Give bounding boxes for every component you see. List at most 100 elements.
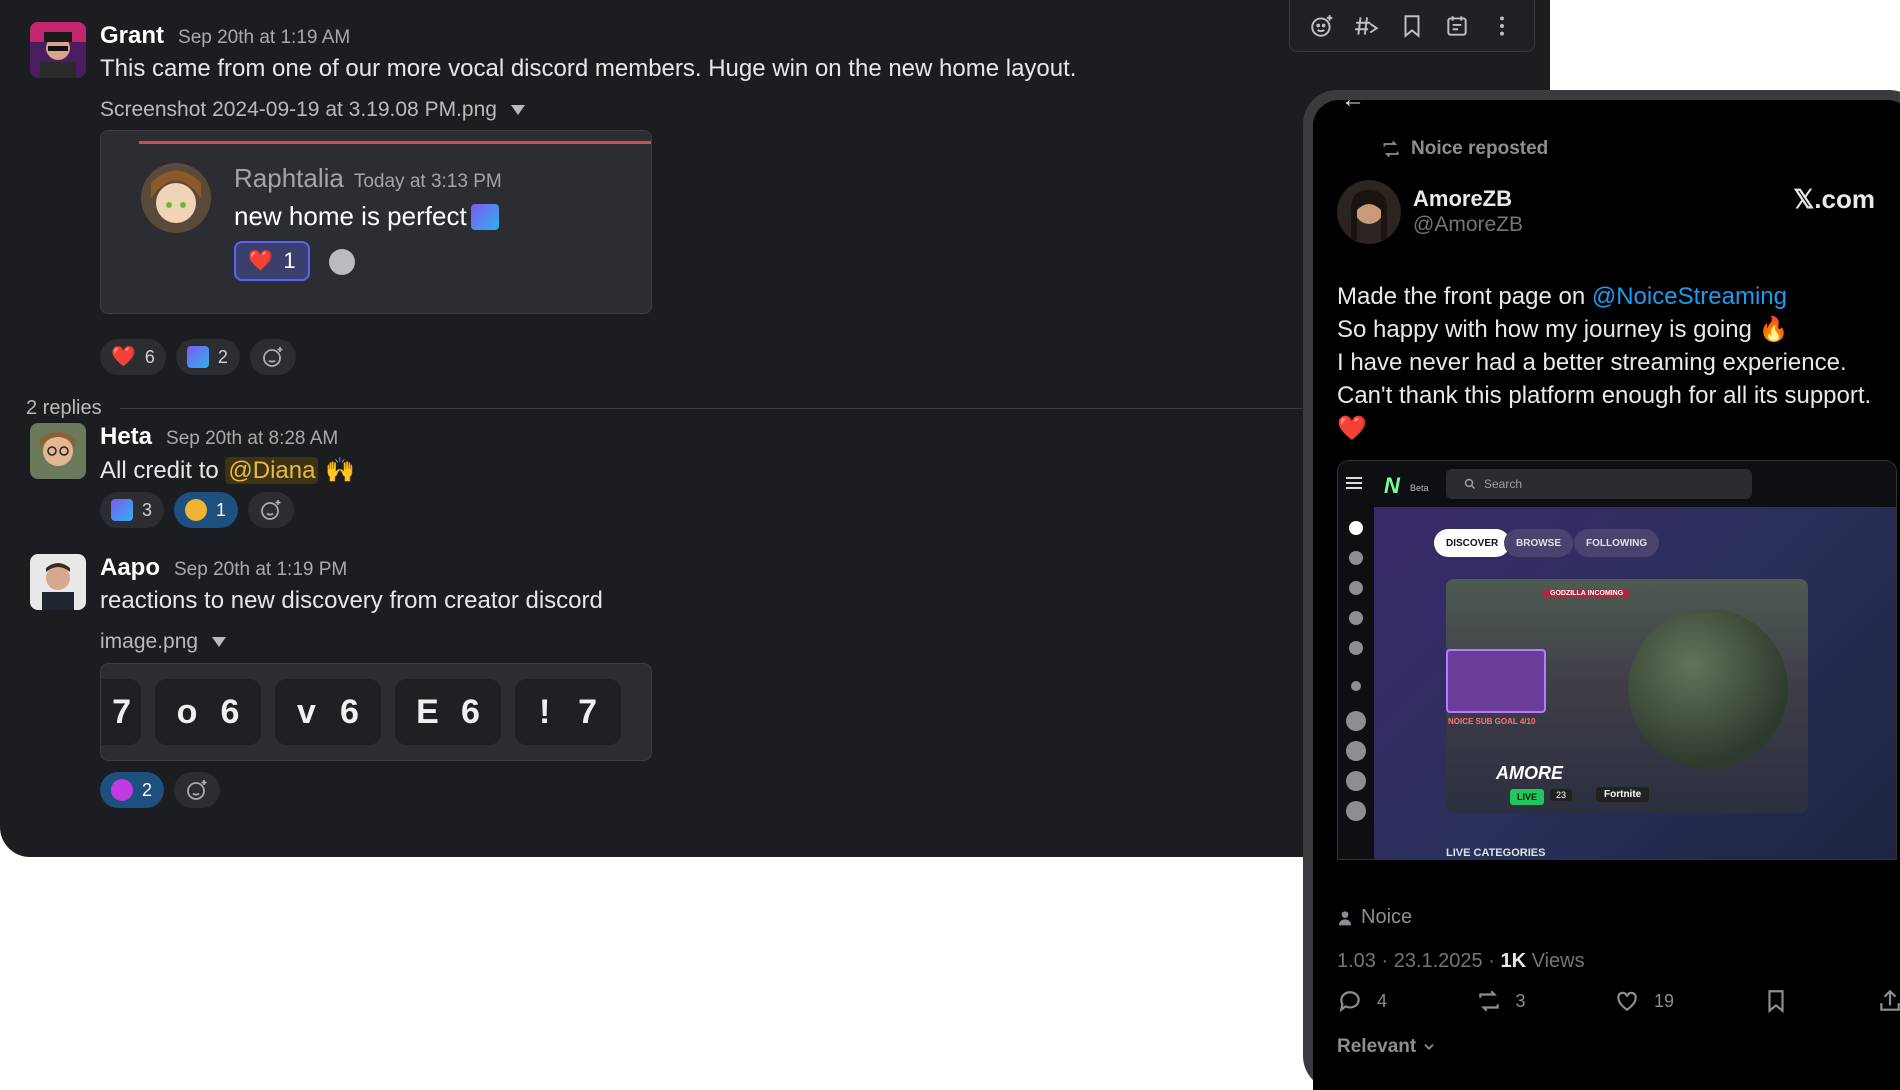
message-text: This came from one of our more vocal dis… (100, 55, 1077, 82)
reaction-bar: 3 1 (100, 492, 294, 528)
post-meta: 1.03 · 23.1.2025 · 1K Views (1337, 950, 1585, 973)
sidebar-icon (1349, 641, 1363, 655)
like-button[interactable]: 19 (1614, 988, 1674, 1014)
file-attachment-label[interactable]: Screenshot 2024-09-19 at 3.19.08 PM.png (100, 98, 525, 122)
timestamp[interactable]: Sep 20th at 1:19 AM (178, 27, 350, 49)
avatar[interactable] (30, 22, 86, 78)
timestamp[interactable]: Sep 20th at 8:28 AM (166, 428, 338, 450)
views-count: 1K (1500, 950, 1527, 972)
noice-emoji-icon (111, 499, 133, 521)
avatar[interactable] (30, 554, 86, 610)
menu-icon (1346, 477, 1362, 489)
reaction-noice[interactable]: 2 (175, 339, 240, 375)
add-reaction-icon (261, 500, 281, 520)
avatar[interactable] (30, 423, 86, 479)
reaction-tile: o6 (155, 679, 261, 745)
reaction-count: 6 (144, 346, 155, 367)
more-vertical-icon[interactable] (1487, 11, 1517, 41)
add-reaction-icon (187, 780, 207, 800)
timestamp[interactable]: Sep 20th at 1:19 PM (174, 559, 347, 581)
reply-in-channel-icon[interactable] (1352, 11, 1382, 41)
search-box: Search (1446, 469, 1752, 499)
avatar (1346, 711, 1366, 731)
person-icon (1339, 910, 1351, 925)
bookmark-button[interactable] (1763, 988, 1789, 1014)
reaction-count: 2 (217, 346, 228, 367)
post-source[interactable]: Noice (1337, 906, 1412, 929)
repost-count: 3 (1515, 990, 1526, 1011)
author-name[interactable]: AmoreZB (1413, 186, 1512, 212)
chevron-down-icon[interactable] (510, 105, 525, 115)
file-attachment-label[interactable]: image.png (100, 630, 227, 654)
share-icon[interactable] (1442, 11, 1472, 41)
purple-emoji-icon (111, 779, 133, 801)
author-name[interactable]: Heta (100, 423, 152, 451)
repost-icon (1383, 140, 1399, 158)
stream-preview: GODZILLA INCOMING NOICE SUB GOAL 4/10 AM… (1446, 579, 1808, 813)
chevron-down-icon[interactable] (212, 637, 227, 647)
noice-logo: N (1384, 473, 1400, 498)
reaction-tile: E6 (395, 679, 501, 745)
bookmark-icon[interactable] (1397, 11, 1427, 41)
reply-button[interactable]: 4 (1337, 988, 1387, 1014)
reply-count: 4 (1377, 990, 1388, 1011)
reaction-count: 1 (216, 499, 227, 520)
post-line: So happy with how my journey is going 🔥 (1337, 316, 1789, 343)
post-media-image[interactable]: N Beta Search DISCOVER BROWSE FOLLOWING … (1337, 460, 1897, 860)
repost-indicator[interactable]: Noice reposted (1381, 138, 1548, 160)
tile-count: 7 (112, 692, 131, 731)
stream-banner: GODZILLA INCOMING (1544, 589, 1630, 598)
reaction-purple[interactable]: 2 (100, 772, 164, 808)
embed-message: new home is perfect (234, 201, 499, 232)
share-button[interactable] (1877, 988, 1900, 1014)
author-name[interactable]: Grant (100, 22, 164, 50)
tile-count: 6 (340, 692, 359, 731)
add-reaction-icon (329, 249, 355, 275)
viewer-count: 23 (1550, 789, 1573, 801)
file-name: image.png (100, 630, 199, 653)
avatar (1346, 771, 1366, 791)
add-reaction-button[interactable] (248, 492, 294, 528)
game-name: Fortnite (1596, 787, 1650, 802)
views-label: Views (1526, 950, 1585, 972)
reaction-heart[interactable]: ❤️ 6 (100, 339, 166, 375)
heart-icon (1617, 991, 1637, 1011)
add-reaction-icon[interactable] (1307, 11, 1337, 41)
attachment-image[interactable]: Raphtalia Today at 3:13 PM new home is pe… (100, 130, 652, 314)
post-line: Can't thank this platform enough for all… (1337, 382, 1872, 409)
author-handle[interactable]: @AmoreZB (1413, 213, 1523, 237)
reaction-bar: ❤️ 6 2 (100, 339, 296, 375)
heart-icon (1351, 681, 1361, 691)
attachment-image[interactable]: 7 o6 v6 E6 ! 7 (100, 663, 652, 761)
reaction-count: 3 (142, 499, 153, 520)
noice-emoji-icon (470, 203, 499, 230)
tab-browse: BROWSE (1504, 529, 1573, 557)
sidebar-icon (1349, 551, 1363, 565)
repost-button[interactable]: 3 (1476, 988, 1526, 1014)
message-header: Heta Sep 20th at 8:28 AM (100, 423, 338, 451)
user-mention[interactable]: @Diana (225, 457, 319, 484)
tile-glyph: ! (538, 692, 551, 731)
reposted-by-label: Noice reposted (1411, 138, 1549, 159)
reaction-face[interactable]: 1 (174, 492, 238, 528)
streamer-name: AMORE (1496, 763, 1563, 783)
post-timestamp[interactable]: 1.03 · 23.1.2025 · (1337, 950, 1500, 972)
message-header: Grant Sep 20th at 1:19 AM (100, 22, 350, 50)
tile-glyph: v (297, 692, 316, 731)
add-reaction-button[interactable] (249, 339, 296, 375)
x-logo: 𝕏.com (1793, 184, 1875, 214)
embed-timestamp: Today at 3:13 PM (353, 171, 502, 192)
post-line: I have never had a better streaming expe… (1337, 349, 1847, 376)
chevron-down-icon (1424, 1044, 1434, 1050)
avatar[interactable] (1337, 180, 1401, 244)
sort-replies-dropdown[interactable]: Relevant (1337, 1036, 1436, 1058)
heart-icon: ❤️ (248, 250, 274, 272)
mention-link[interactable]: @NoiceStreaming (1592, 283, 1787, 310)
author-name[interactable]: Aapo (100, 554, 160, 582)
x-post-view: ← Post Noice reposted AmoreZB @AmoreZB 𝕏… (1313, 100, 1900, 1090)
avatar (1346, 741, 1366, 761)
reaction-noice[interactable]: 3 (100, 492, 164, 528)
add-reaction-button[interactable] (174, 772, 220, 808)
phone-frame: ← Post Noice reposted AmoreZB @AmoreZB 𝕏… (1303, 90, 1900, 1090)
avatar (141, 163, 211, 233)
